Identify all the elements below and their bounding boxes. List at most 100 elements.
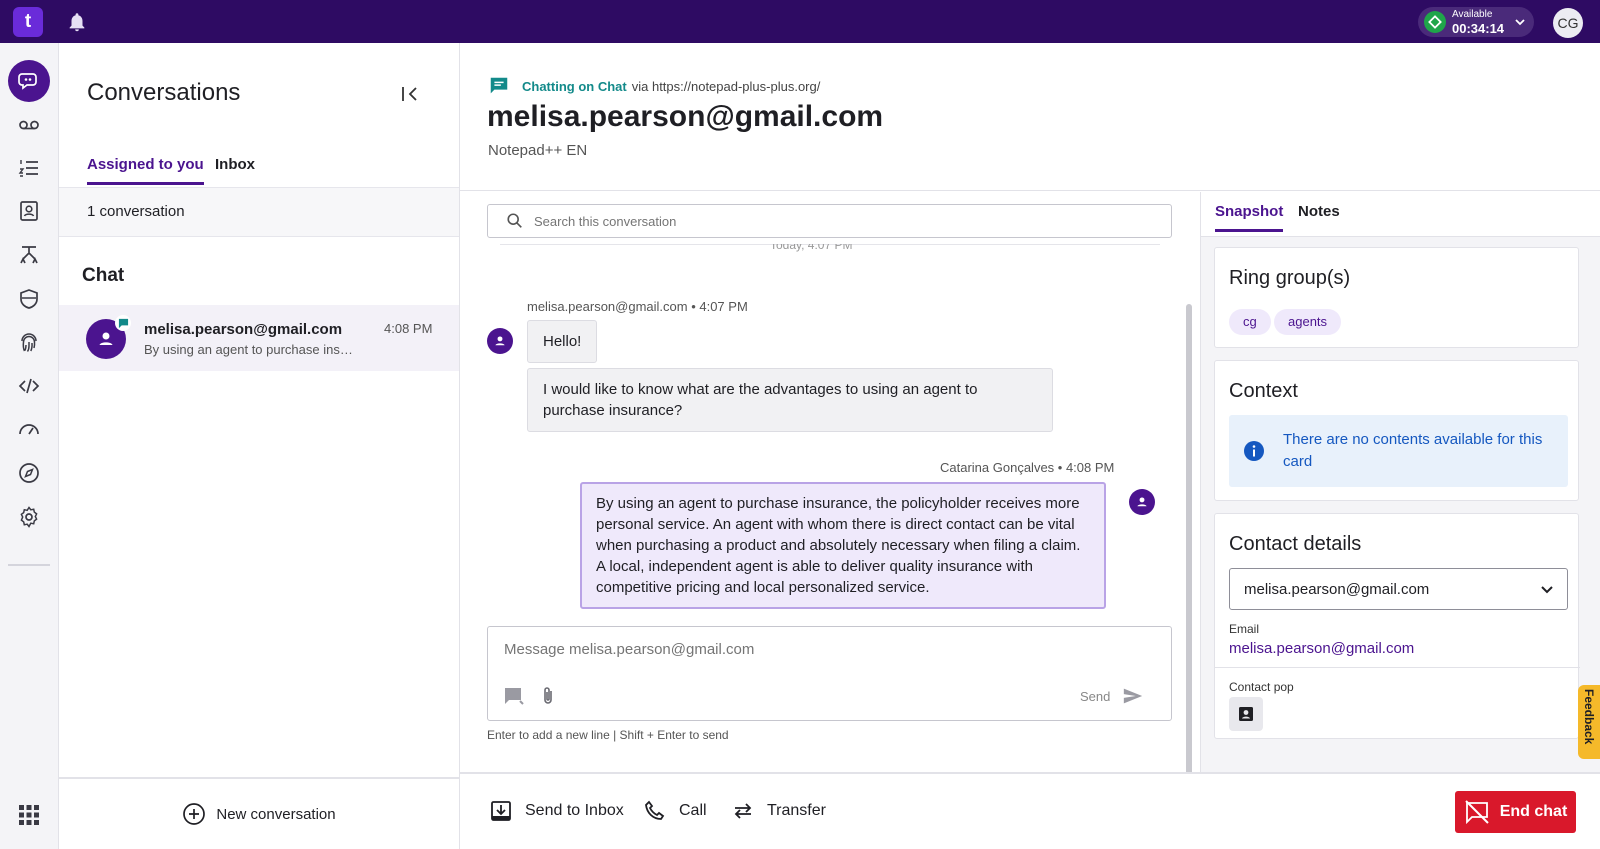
message-meta: melisa.pearson@gmail.com • 4:07 PM [527,299,748,314]
conversation-header: Chatting on Chat via https://notepad-plu… [460,43,1600,191]
end-chat-button[interactable]: End chat [1455,791,1576,833]
send-button[interactable]: Send [1080,685,1144,707]
message-input[interactable] [504,641,1144,665]
conversation-count: 1 conversation [87,203,185,220]
context-title: Context [1229,380,1298,402]
nav-queue[interactable] [8,147,50,189]
contact-message-avatar [487,328,513,354]
conversation-list-item[interactable]: melisa.pearson@gmail.com By using an age… [59,305,459,371]
voicemail-icon [19,120,39,130]
attachment-icon[interactable] [537,685,559,707]
status-label: Available [1452,8,1493,20]
send-icon [1124,688,1143,704]
feedback-label: Feedback [1582,689,1596,745]
routing-icon [20,246,38,264]
user-avatar[interactable]: CG [1553,8,1583,38]
conversation-contact-name: melisa.pearson@gmail.com [144,321,343,338]
conversation-time: 4:08 PM [384,321,433,336]
card-divider [1215,667,1580,668]
contact-card-icon [1239,707,1253,721]
nav-settings[interactable] [8,496,50,538]
shield-icon [20,289,38,309]
search-input[interactable] [534,213,1134,229]
email-label: Email [1229,622,1260,636]
nav-contacts[interactable] [8,190,50,232]
contact-pop-label: Contact pop [1229,680,1294,694]
app-logo[interactable]: t [13,7,43,37]
nav-voicemail[interactable] [8,104,50,146]
logo-text: t [24,11,32,32]
queue-list-icon [18,160,38,177]
apps-grid-icon[interactable] [18,804,40,826]
email-link[interactable]: melisa.pearson@gmail.com [1229,640,1414,657]
code-icon [18,378,40,394]
person-icon [99,332,113,345]
send-to-inbox-button[interactable]: Send to Inbox [489,799,624,823]
source-url: https://notepad-plus-plus.org/ [651,78,821,94]
nav-conversations[interactable] [8,60,50,102]
nav-explore[interactable] [8,452,50,494]
chat-scrollbar[interactable] [1186,304,1192,829]
tab-snapshot[interactable]: Snapshot [1215,203,1284,232]
nav-routing[interactable] [8,234,50,276]
available-status-icon [1424,11,1446,33]
transfer-button[interactable]: Transfer [731,799,826,823]
contacts-icon [20,201,38,221]
inbox-download-icon [491,801,511,821]
search-icon [507,213,522,228]
nav-dashboard[interactable] [8,408,50,450]
conversation-subtitle: Notepad++ EN [488,142,588,159]
conversations-footer: New conversation [59,777,459,849]
contact-select[interactable]: melisa.pearson@gmail.com [1229,568,1568,610]
chevron-down-icon [1541,586,1553,594]
conversation-title: melisa.pearson@gmail.com [487,100,884,133]
chevron-down-icon [1515,19,1525,26]
dashboard-icon [19,424,39,435]
top-bar: t Available 00:34:14 CG [0,0,1600,43]
date-divider-label: Today, 4:07 PM [770,244,853,252]
transfer-label: Transfer [767,802,826,819]
conversation-actions-bar: Send to Inbox Call Transfer End chat [460,772,1600,849]
user-initials: CG [1557,15,1579,31]
transfer-arrows-icon [734,803,752,819]
context-info-message: There are no contents available for this… [1229,415,1568,487]
chat-transcript: Today, 4:07 PM melisa.pearson@gmail.com … [460,192,1200,829]
outgoing-message-bubble: By using an agent to purchase insurance,… [580,482,1106,609]
end-chat-icon [1465,800,1489,825]
collapse-panel-icon[interactable] [399,83,421,105]
nav-developer[interactable] [8,365,50,407]
left-navigation [0,43,59,849]
tab-inbox[interactable]: Inbox [215,156,255,173]
context-info-text: There are no contents available for this… [1283,431,1543,470]
feedback-tab[interactable]: Feedback [1578,685,1600,759]
send-label: Send [1080,688,1111,704]
chat-channel-icon [490,77,508,94]
info-icon [1244,441,1264,461]
canned-response-icon[interactable] [503,685,525,707]
person-icon [495,336,505,346]
bell-icon[interactable] [66,11,88,33]
new-conversation-label: New conversation [216,805,336,823]
nav-identity[interactable] [8,322,50,364]
nav-security[interactable] [8,278,50,320]
message-meta: Catarina Gonçalves • 4:08 PM [940,460,1115,475]
channel-name: Chatting on Chat [522,78,627,94]
contact-pop-button[interactable] [1229,697,1263,731]
availability-status-button[interactable]: Available 00:34:14 [1418,7,1534,37]
ring-groups-title: Ring group(s) [1229,267,1351,289]
tab-assigned-to-you[interactable]: Assigned to you [87,156,204,185]
tab-notes[interactable]: Notes [1298,203,1340,220]
new-conversation-button[interactable]: New conversation [182,802,336,826]
chat-channel-badge [115,315,131,331]
via-prefix: via [631,78,649,94]
conversations-panel: Conversations Assigned to you Inbox 1 co… [59,43,460,849]
plus-circle-icon [183,803,206,825]
ring-group-chip: agents [1274,309,1342,335]
channel-line: Chatting on Chat via https://notepad-plu… [488,75,820,97]
person-icon [1137,497,1147,507]
chat-section-header: Chat [82,265,125,286]
contact-details-card: Contact details melisa.pearson@gmail.com… [1214,513,1580,739]
message-composer: Send [487,626,1172,721]
call-button[interactable]: Call [643,799,707,823]
nav-divider [8,564,50,566]
